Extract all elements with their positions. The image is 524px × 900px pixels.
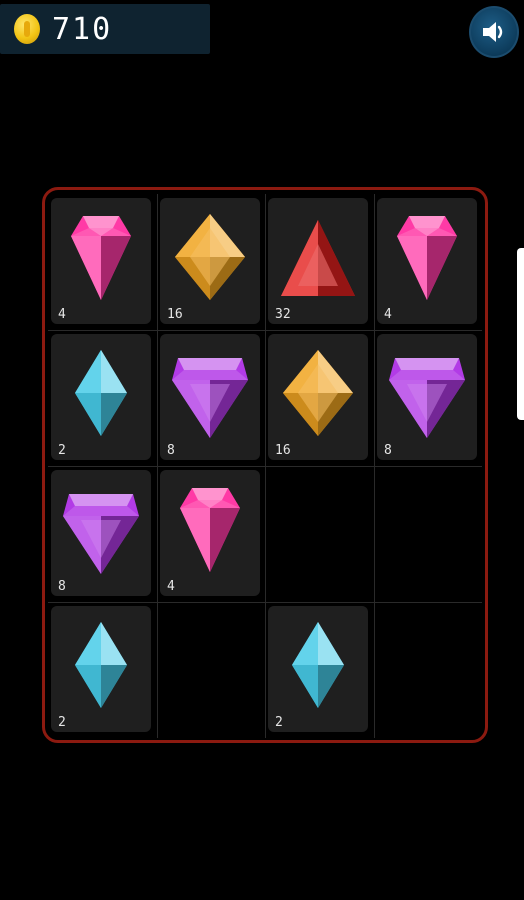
coin-icon (14, 14, 40, 44)
board-cell[interactable]: 2 (48, 602, 156, 738)
gem-tile-pink[interactable]: 4 (160, 470, 260, 596)
orange-gem-icon (175, 214, 245, 300)
gem-tile-purple[interactable]: 8 (51, 470, 151, 596)
board-cell[interactable] (265, 466, 373, 602)
tile-value: 4 (384, 307, 392, 322)
pink-gem-icon (71, 216, 131, 300)
coin-counter: 710 (0, 4, 210, 54)
purple-gem-icon (172, 358, 248, 438)
gem-tile-orange[interactable]: 16 (160, 198, 260, 324)
tile-value: 8 (384, 443, 392, 458)
board-cell[interactable]: 16 (157, 194, 265, 330)
tile-value: 8 (167, 443, 175, 458)
gem-tile-red[interactable]: 32 (268, 198, 368, 324)
board-grid: 4 16 32 4 2 8 16 8 8 4 2 2 (48, 194, 482, 738)
tile-value: 2 (58, 443, 66, 458)
gem-tile-purple[interactable]: 8 (160, 334, 260, 460)
tile-value: 2 (58, 715, 66, 730)
sound-toggle-button[interactable] (469, 6, 519, 58)
tile-value: 8 (58, 579, 66, 594)
board-cell[interactable]: 4 (374, 194, 482, 330)
game-board: 4 16 32 4 2 8 16 8 8 4 2 2 (42, 187, 488, 743)
board-cell[interactable]: 8 (48, 466, 156, 602)
board-cell[interactable]: 2 (48, 330, 156, 466)
tile-value: 4 (58, 307, 66, 322)
game-screen: 710 4 16 32 4 2 8 16 8 8 4 2 2 (0, 0, 524, 900)
red-gem-icon (281, 220, 355, 296)
gem-tile-orange[interactable]: 16 (268, 334, 368, 460)
pink-gem-icon (397, 216, 457, 300)
board-cell[interactable]: 8 (374, 330, 482, 466)
orange-gem-icon (283, 350, 353, 436)
tile-value: 2 (275, 715, 283, 730)
gem-tile-cyan[interactable]: 2 (268, 606, 368, 732)
board-cell[interactable]: 8 (157, 330, 265, 466)
gem-tile-cyan[interactable]: 2 (51, 334, 151, 460)
tile-value: 16 (167, 307, 183, 322)
board-cell[interactable]: 4 (48, 194, 156, 330)
cyan-gem-icon (292, 622, 344, 708)
coin-count: 710 (52, 11, 113, 47)
tile-value: 4 (167, 579, 175, 594)
cyan-gem-icon (75, 622, 127, 708)
gem-tile-pink[interactable]: 4 (377, 198, 477, 324)
purple-gem-icon (63, 494, 139, 574)
gem-tile-pink[interactable]: 4 (51, 198, 151, 324)
tile-value: 32 (275, 307, 291, 322)
board-cell[interactable] (157, 602, 265, 738)
purple-gem-icon (389, 358, 465, 438)
cyan-gem-icon (75, 350, 127, 436)
board-cell[interactable]: 4 (157, 466, 265, 602)
speaker-icon (483, 22, 503, 42)
board-cell[interactable]: 16 (265, 330, 373, 466)
board-cell[interactable] (374, 602, 482, 738)
side-panel-handle[interactable] (517, 248, 524, 420)
board-cell[interactable]: 2 (265, 602, 373, 738)
gem-tile-purple[interactable]: 8 (377, 334, 477, 460)
tile-value: 16 (275, 443, 291, 458)
board-cell[interactable]: 32 (265, 194, 373, 330)
board-cell[interactable] (374, 466, 482, 602)
gem-tile-cyan[interactable]: 2 (51, 606, 151, 732)
pink-gem-icon (180, 488, 240, 572)
